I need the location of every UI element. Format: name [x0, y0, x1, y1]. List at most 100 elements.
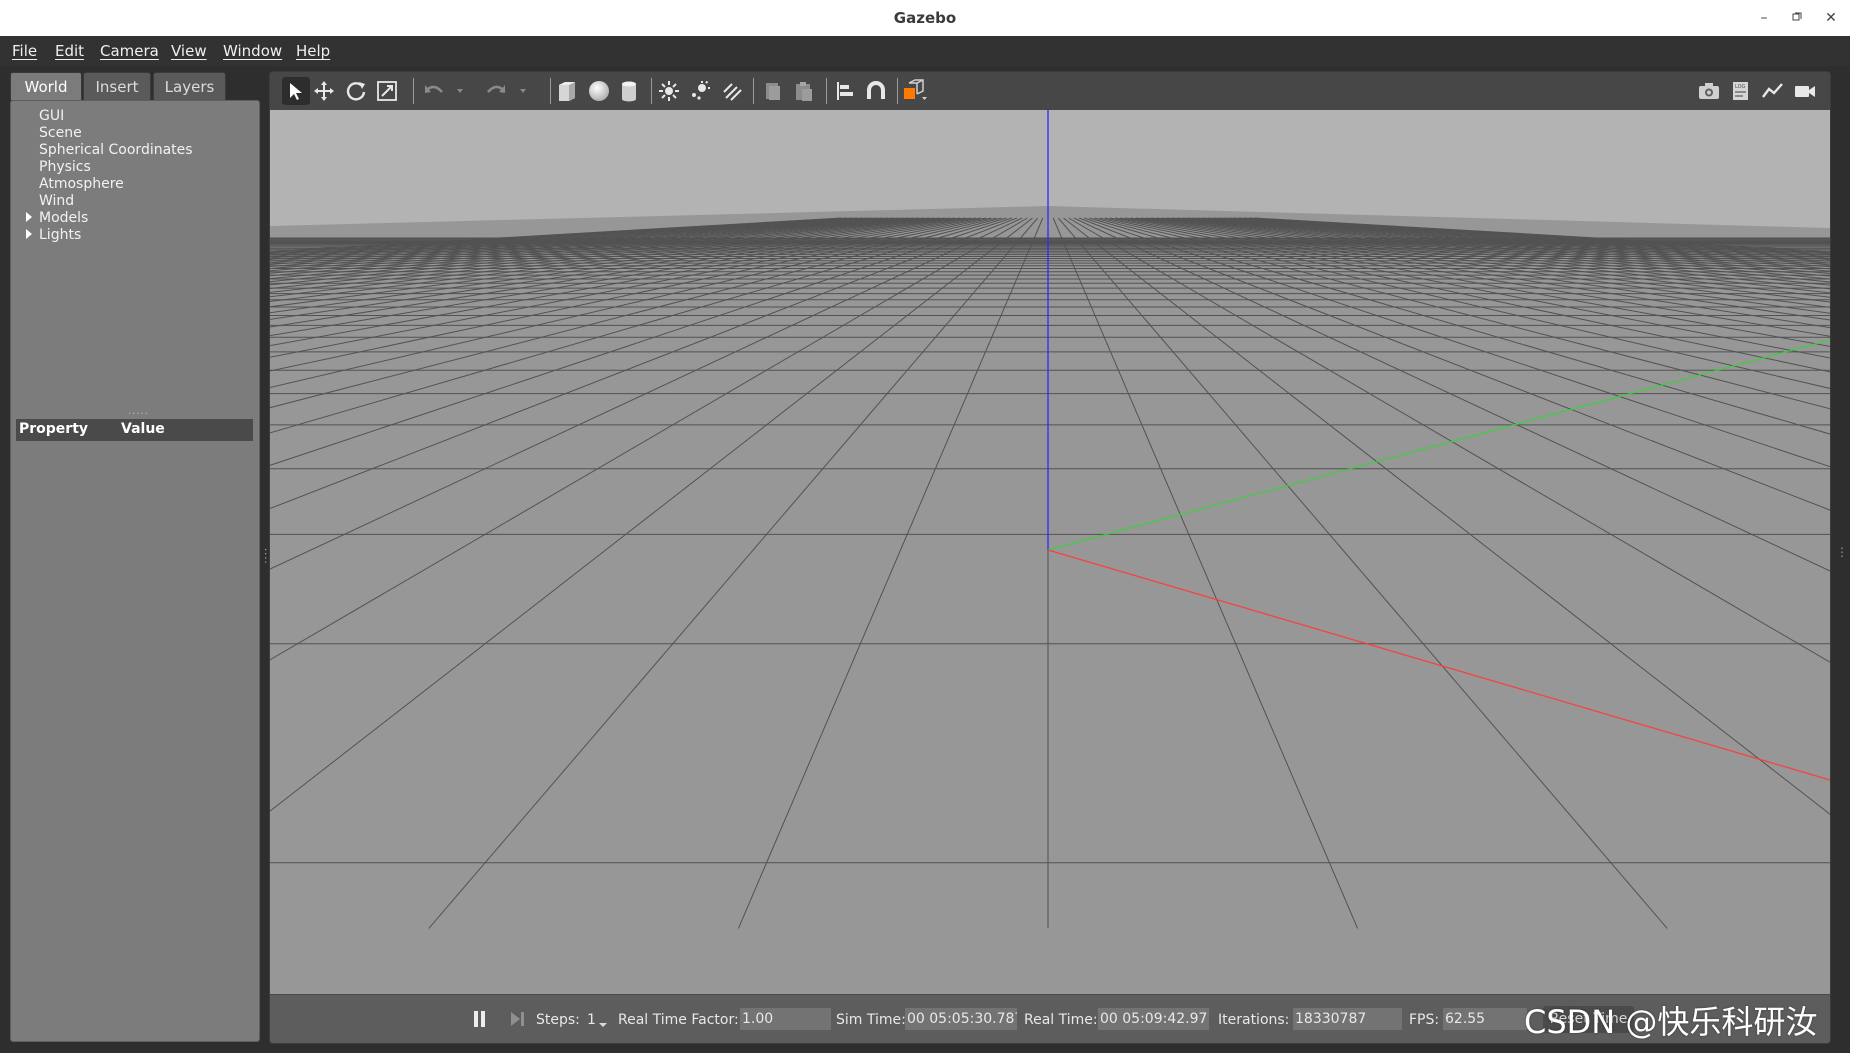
grid-line — [1202, 217, 1830, 268]
menu-camera[interactable]: Camera — [100, 42, 159, 60]
grid-line — [1171, 217, 1830, 283]
grid-line — [270, 217, 956, 308]
grid-line — [270, 217, 842, 252]
steps-dropdown-icon[interactable] — [599, 1016, 607, 1032]
tree-item-wind[interactable]: Wind — [39, 193, 74, 209]
undo-icon[interactable] — [420, 77, 448, 105]
tree-item-physics[interactable]: Physics — [39, 159, 91, 175]
restore-button[interactable] — [1787, 8, 1807, 28]
box-shape-icon[interactable] — [553, 77, 581, 105]
minimize-button[interactable]: – — [1754, 8, 1774, 28]
ground-grid — [270, 217, 1830, 929]
paste-icon[interactable] — [790, 77, 818, 105]
grid-line — [1166, 217, 1830, 286]
grid-line — [1213, 217, 1830, 264]
grid-line — [1218, 217, 1830, 262]
fps-field: 62.55 — [1443, 1008, 1527, 1030]
real-time-factor-field: 1.00 — [740, 1008, 831, 1030]
spot-light-icon[interactable] — [686, 77, 714, 105]
grid-line — [270, 217, 930, 286]
grid-line — [270, 217, 894, 267]
grid-line — [270, 217, 940, 293]
copy-icon[interactable] — [759, 77, 787, 105]
menu-bar: File Edit Camera View Window Help — [0, 36, 1850, 66]
grid-line — [270, 217, 863, 257]
grid-line — [1151, 217, 1830, 298]
tree-item-scene[interactable]: Scene — [39, 125, 82, 141]
grid-line — [1140, 217, 1830, 308]
tree-item-lights[interactable]: Lights — [39, 227, 81, 243]
steps-spinbox[interactable]: 1 — [587, 1012, 596, 1028]
undo-history-dropdown-icon[interactable] — [446, 77, 474, 105]
grid-line — [270, 217, 904, 272]
redo-icon[interactable] — [482, 77, 510, 105]
pause-button[interactable] — [470, 1008, 490, 1030]
tab-world[interactable]: World — [10, 72, 82, 100]
real-time-factor-label: Real Time Factor: — [618, 1012, 739, 1028]
grid-line — [1104, 217, 1830, 373]
grid-line — [1063, 217, 1830, 815]
change-view-icon[interactable] — [901, 77, 929, 105]
align-icon[interactable] — [831, 77, 859, 105]
right-splitter-handle[interactable]: ⋮ — [1836, 545, 1848, 559]
scale-mode-icon[interactable] — [373, 77, 401, 105]
value-column-header: Value — [121, 421, 165, 437]
grid-line — [1233, 217, 1830, 258]
grid-line — [270, 217, 847, 254]
log-recorder-icon[interactable]: LOG — [1727, 77, 1755, 105]
grid-line — [1161, 217, 1830, 290]
rotate-mode-icon[interactable] — [342, 77, 370, 105]
screenshot-camera-icon[interactable] — [1695, 77, 1723, 105]
tree-item-models[interactable]: Models — [39, 210, 88, 226]
grid-line — [1135, 217, 1830, 314]
redo-history-dropdown-icon[interactable] — [509, 77, 537, 105]
expand-arrow-icon[interactable] — [26, 212, 32, 222]
translate-mode-icon[interactable] — [310, 77, 338, 105]
grid-line — [1187, 217, 1830, 275]
iterations-label: Iterations: — [1218, 1012, 1290, 1028]
3d-scene-view[interactable] — [270, 110, 1830, 994]
panel-splitter-handle[interactable]: ..... — [128, 406, 149, 417]
property-table-header: Property Value — [16, 419, 253, 441]
grid-line — [1145, 217, 1830, 303]
menu-edit[interactable]: Edit — [55, 42, 84, 60]
directional-light-icon[interactable] — [718, 77, 746, 105]
expand-arrow-icon[interactable] — [26, 229, 32, 239]
cylinder-shape-icon[interactable] — [615, 77, 643, 105]
x-axis-line — [1047, 549, 1830, 781]
menu-file[interactable]: File — [12, 42, 37, 60]
grid-line — [270, 217, 878, 262]
menu-window[interactable]: Window — [223, 42, 282, 60]
video-record-icon[interactable] — [1791, 77, 1819, 105]
tree-item-spherical-coordinates[interactable]: Spherical Coordinates — [39, 142, 193, 158]
sphere-shape-icon[interactable] — [585, 77, 613, 105]
grid-line — [270, 217, 925, 283]
grid-line — [1249, 217, 1830, 254]
grid-line — [270, 217, 987, 358]
grid-line — [1130, 217, 1830, 321]
grid-line — [270, 217, 1018, 510]
y-axis-line — [1047, 339, 1830, 551]
grid-line — [1192, 217, 1830, 272]
grid-line — [270, 217, 868, 259]
menu-view[interactable]: View — [171, 42, 207, 60]
grid-line — [1115, 217, 1830, 347]
grid-line — [1094, 217, 1830, 410]
grid-line — [270, 217, 1023, 570]
tab-layers[interactable]: Layers — [153, 72, 226, 100]
snap-magnet-icon[interactable] — [862, 77, 890, 105]
svg-text:LOG: LOG — [1735, 84, 1746, 90]
point-light-icon[interactable] — [655, 77, 683, 105]
plot-icon[interactable] — [1759, 77, 1787, 105]
grid-line — [270, 217, 920, 280]
tree-item-gui[interactable]: GUI — [39, 108, 64, 124]
select-mode-icon[interactable] — [282, 77, 310, 105]
tab-insert[interactable]: Insert — [83, 72, 151, 100]
close-button[interactable]: ✕ — [1821, 8, 1841, 28]
grid-line — [1052, 217, 1359, 929]
menu-help[interactable]: Help — [296, 42, 330, 60]
tree-item-atmosphere[interactable]: Atmosphere — [39, 176, 124, 192]
step-button[interactable] — [508, 1008, 528, 1030]
grid-line — [270, 217, 951, 303]
grid-line — [1083, 217, 1830, 468]
